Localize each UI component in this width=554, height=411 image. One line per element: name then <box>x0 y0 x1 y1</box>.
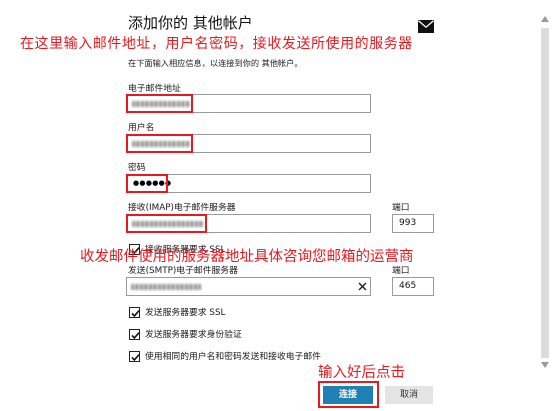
highlight-box-email <box>126 94 193 113</box>
checkbox-label: 发送服务器要求身份验证 <box>145 330 242 340</box>
highlight-box-password <box>126 174 168 193</box>
outgoing-port-label: 端口 <box>392 266 410 276</box>
clear-icon[interactable] <box>358 282 367 291</box>
incoming-port-label: 端口 <box>392 203 410 213</box>
checkbox-box[interactable] <box>129 329 140 340</box>
checkmark-icon <box>131 332 140 340</box>
email-label: 电子邮件地址 <box>128 84 181 94</box>
mail-icon <box>418 20 434 33</box>
checkbox-box[interactable] <box>129 307 140 318</box>
annotation-top-note: 在这里输入邮件地址，用户名密码，接收发送所使用的服务器 <box>20 36 413 52</box>
password-label: 密码 <box>128 163 146 173</box>
scrollbar-thumb[interactable] <box>541 28 549 358</box>
highlight-box-username <box>126 134 193 153</box>
scroll-up-icon[interactable] <box>541 16 549 22</box>
outgoing-server-input[interactable] <box>126 277 371 296</box>
checkmark-icon <box>131 354 140 362</box>
page-title: 添加你的 其他帐户 <box>128 14 253 32</box>
checkmark-icon <box>131 310 140 318</box>
highlight-box-incoming <box>126 214 207 233</box>
scroll-down-icon[interactable] <box>541 362 549 368</box>
username-label: 用户名 <box>128 123 155 133</box>
page-subtitle: 在下面输入相应信息，以连接到你的 其他帐户。 <box>128 58 303 68</box>
incoming-server-label: 接收(IMAP)电子邮件服务器 <box>128 203 236 213</box>
redacted-text <box>131 284 201 290</box>
checkbox-label: 使用相同的用户名和密码发送和接收电子邮件 <box>145 352 321 362</box>
outgoing-port-input[interactable]: 465 <box>392 277 434 296</box>
cancel-button[interactable]: 取消 <box>385 386 433 404</box>
annotation-button-note: 输入好后点击 <box>318 365 405 381</box>
outgoing-server-label: 发送(SMTP)电子邮件服务器 <box>128 266 238 276</box>
incoming-port-input[interactable]: 993 <box>392 214 434 233</box>
annotation-server-note: 收发邮件使用的服务器地址具体咨询您邮箱的运营商 <box>80 249 414 265</box>
highlight-box-connect <box>318 381 379 408</box>
checkbox-label: 发送服务器要求 SSL <box>145 308 226 318</box>
checkbox-box[interactable] <box>129 351 140 362</box>
